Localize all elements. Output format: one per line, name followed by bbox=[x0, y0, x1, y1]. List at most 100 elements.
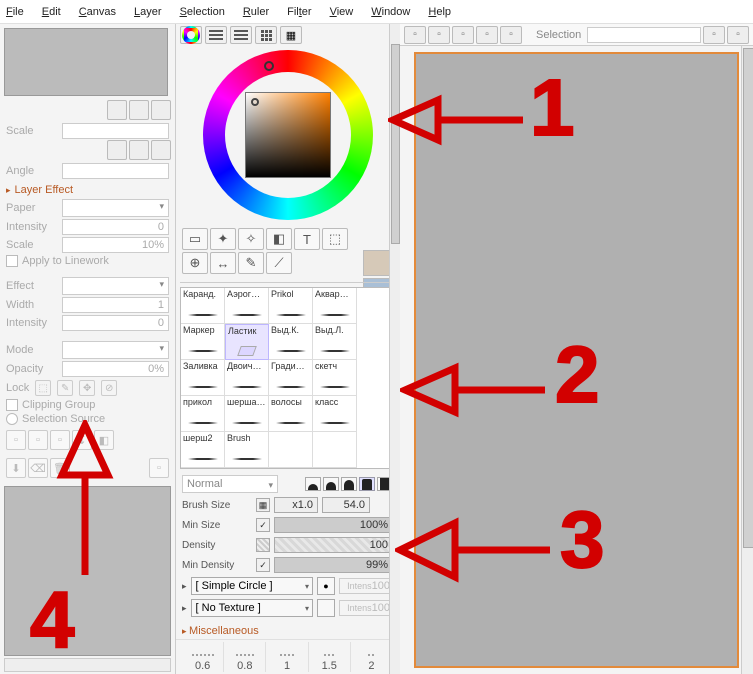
spacing-0[interactable]: 0.6 bbox=[182, 642, 224, 672]
lock-pixel-icon[interactable]: ✎ bbox=[57, 380, 73, 396]
spacing-1[interactable]: 0.8 bbox=[224, 642, 266, 672]
clear-layer-button[interactable]: ⌫ bbox=[28, 458, 48, 478]
shape-intensity[interactable]: Intens100 bbox=[339, 578, 393, 594]
mask-button[interactable]: ◧ bbox=[94, 430, 114, 450]
brush-3[interactable]: Аквар… bbox=[313, 288, 357, 324]
nav-btn-1[interactable] bbox=[107, 100, 127, 120]
doc-tb-6[interactable]: ▫ bbox=[703, 26, 725, 44]
brush-19[interactable] bbox=[313, 432, 357, 468]
brush-size-mult[interactable]: x1.0 bbox=[274, 497, 318, 513]
texture-intensity[interactable]: Intens100 bbox=[339, 600, 393, 616]
spacing-3[interactable]: 1.5 bbox=[309, 642, 351, 672]
menu-filter[interactable]: Filter bbox=[287, 6, 311, 18]
merge-down-button[interactable]: ⬇ bbox=[6, 458, 26, 478]
brush-10[interactable]: Гради… bbox=[269, 360, 313, 396]
brush-1[interactable]: Аэрог… bbox=[225, 288, 269, 324]
brush-shape-dropdown[interactable]: [ Simple Circle ] bbox=[191, 577, 313, 595]
new-linework-button[interactable]: ▫ bbox=[28, 430, 48, 450]
intensity-field[interactable]: 0 bbox=[62, 219, 169, 235]
tool-9[interactable]: ⟋ bbox=[266, 252, 292, 274]
nav-btn-3[interactable] bbox=[151, 100, 171, 120]
brush-size-link[interactable]: ▦ bbox=[256, 498, 270, 512]
menu-edit[interactable]: Edit bbox=[42, 6, 61, 18]
color-swatches-mode[interactable] bbox=[255, 26, 277, 44]
menu-ruler[interactable]: Ruler bbox=[243, 6, 269, 18]
lock-none-icon[interactable]: ⬚ bbox=[35, 380, 51, 396]
brush-shape-preview[interactable]: ● bbox=[317, 577, 335, 595]
texture-expand-icon[interactable]: ▸ bbox=[182, 603, 187, 614]
nav-btn-2[interactable] bbox=[129, 100, 149, 120]
tool-1[interactable]: ✦ bbox=[210, 228, 236, 250]
brush-7[interactable]: Выд.Л. bbox=[313, 324, 357, 360]
selection-source-radio[interactable] bbox=[6, 413, 18, 425]
menu-canvas[interactable]: Canvas bbox=[79, 6, 116, 18]
menu-window[interactable]: Window bbox=[371, 6, 410, 18]
opacity-field[interactable]: 0% bbox=[62, 361, 169, 377]
brush-14[interactable]: волосы bbox=[269, 396, 313, 432]
tip-shape-3[interactable] bbox=[341, 477, 357, 491]
tool-2[interactable]: ✧ bbox=[238, 228, 264, 250]
tool-4[interactable]: T bbox=[294, 228, 320, 250]
brush-17[interactable]: Brush bbox=[225, 432, 269, 468]
doc-tb-1[interactable]: ▫ bbox=[404, 26, 426, 44]
brush-texture-dropdown[interactable]: [ No Texture ] bbox=[191, 599, 313, 617]
delete-layer-button[interactable]: 🗑 bbox=[50, 458, 70, 478]
misc-header[interactable]: Miscellaneous bbox=[176, 619, 399, 639]
menu-file[interactable]: File bbox=[6, 6, 24, 18]
effect-dropdown[interactable] bbox=[62, 277, 169, 295]
menu-selection[interactable]: Selection bbox=[180, 6, 225, 18]
color-sliders-mode[interactable] bbox=[230, 26, 252, 44]
hue-marker[interactable] bbox=[264, 61, 274, 71]
tool-5[interactable]: ⬚ bbox=[322, 228, 348, 250]
blend-mode-dropdown[interactable]: Normal bbox=[182, 475, 278, 493]
min-size-check[interactable]: ✓ bbox=[256, 518, 270, 532]
brush-0[interactable]: Каранд. bbox=[181, 288, 225, 324]
min-density-check[interactable]: ✓ bbox=[256, 558, 270, 572]
tool-6[interactable]: ⊕ bbox=[182, 252, 208, 274]
layer-effect-header[interactable]: Layer Effect bbox=[0, 180, 175, 198]
clipping-group-checkbox[interactable] bbox=[6, 399, 18, 411]
scale2-field[interactable]: 10% bbox=[62, 237, 169, 253]
density-slider[interactable]: 100 bbox=[274, 537, 393, 553]
apply-linework-checkbox[interactable] bbox=[6, 255, 18, 267]
brush-texture-preview[interactable] bbox=[317, 599, 335, 617]
sv-box[interactable] bbox=[245, 92, 331, 178]
new-set-button[interactable]: ▫ bbox=[50, 430, 70, 450]
mode-dropdown[interactable] bbox=[62, 341, 169, 359]
brush-15[interactable]: класс bbox=[313, 396, 357, 432]
paper-dropdown[interactable] bbox=[62, 199, 169, 217]
spacing-row[interactable]: 0.60.811.52 bbox=[176, 639, 399, 674]
density-link[interactable] bbox=[256, 538, 270, 552]
tool-0[interactable]: ▭ bbox=[182, 228, 208, 250]
min-size-slider[interactable]: 100% bbox=[274, 517, 393, 533]
layers-hscroll[interactable] bbox=[4, 658, 171, 672]
tool-3[interactable]: ◧ bbox=[266, 228, 292, 250]
new-layer-button[interactable]: ▫ bbox=[6, 430, 26, 450]
brush-18[interactable] bbox=[269, 432, 313, 468]
canvas[interactable] bbox=[414, 52, 739, 668]
brush-size-value[interactable]: 54.0 bbox=[322, 497, 370, 513]
color-wheel-mode[interactable] bbox=[180, 26, 202, 44]
sv-marker[interactable] bbox=[251, 98, 259, 106]
menu-help[interactable]: Help bbox=[428, 6, 451, 18]
width-field[interactable]: 1 bbox=[62, 297, 169, 313]
intensity2-field[interactable]: 0 bbox=[62, 315, 169, 331]
selection-input[interactable] bbox=[587, 27, 701, 43]
tip-shape-1[interactable] bbox=[305, 477, 321, 491]
angle-field[interactable] bbox=[62, 163, 169, 179]
layers-list[interactable] bbox=[4, 486, 171, 656]
brush-9[interactable]: Двоич… bbox=[225, 360, 269, 396]
min-density-slider[interactable]: 99% bbox=[274, 557, 393, 573]
doc-tb-3[interactable]: ▫ bbox=[452, 26, 474, 44]
shape-expand-icon[interactable]: ▸ bbox=[182, 581, 187, 592]
lock-all-icon[interactable]: ⊘ bbox=[101, 380, 117, 396]
doc-tb-7[interactable]: ▫ bbox=[727, 26, 749, 44]
doc-tb-4[interactable]: ▫ bbox=[476, 26, 498, 44]
tip-shape-4[interactable] bbox=[359, 477, 375, 491]
transfer-down-button[interactable]: ↧ bbox=[72, 430, 92, 450]
scale-btn-1[interactable] bbox=[107, 140, 127, 160]
brush-5[interactable]: Ластик bbox=[225, 324, 269, 360]
doc-tb-2[interactable]: ▫ bbox=[428, 26, 450, 44]
tip-shape-2[interactable] bbox=[323, 477, 339, 491]
brush-13[interactable]: шерша… bbox=[225, 396, 269, 432]
